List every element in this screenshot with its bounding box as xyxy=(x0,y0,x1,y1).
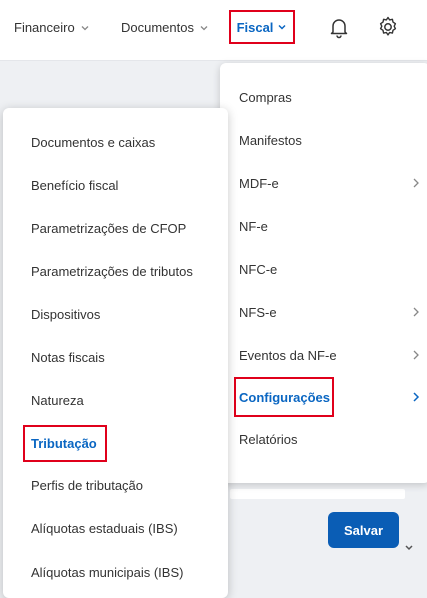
menu-item-manifestos[interactable]: Manifestos xyxy=(239,129,424,151)
submenu-item-perfis-tributacao[interactable]: Perfis de tributação xyxy=(31,478,143,493)
top-navigation-bar: Financeiro Documentos Fiscal xyxy=(0,0,427,61)
menu-item-mdfe[interactable]: MDF-e xyxy=(239,172,424,194)
submenu-item-natureza[interactable]: Natureza xyxy=(31,393,84,408)
submenu-item-notas-fiscais[interactable]: Notas fiscais xyxy=(31,350,105,365)
chevron-down-icon xyxy=(278,24,286,30)
fiscal-dropdown-menu: Compras Manifestos MDF-e NF-e NFC-e NFS-… xyxy=(220,63,427,483)
nav-financeiro[interactable]: Financeiro xyxy=(14,20,90,35)
menu-item-label: NFS-e xyxy=(239,304,277,320)
menu-item-label: Eventos da NF-e xyxy=(239,347,337,363)
nav-fiscal[interactable]: Fiscal xyxy=(229,10,295,44)
menu-item-label: Relatórios xyxy=(239,431,298,447)
configuracoes-submenu: Documentos e caixas Benefício fiscal Par… xyxy=(3,108,228,598)
menu-item-compras[interactable]: Compras xyxy=(239,86,424,108)
save-button[interactable]: Salvar xyxy=(328,512,399,548)
submenu-item-documentos-caixas[interactable]: Documentos e caixas xyxy=(31,135,155,150)
submenu-item-beneficio-fiscal[interactable]: Benefício fiscal xyxy=(31,178,118,193)
menu-item-label: Manifestos xyxy=(239,132,302,148)
submenu-item-aliquotas-estaduais[interactable]: Alíquotas estaduais (IBS) xyxy=(31,521,178,536)
chevron-down-icon xyxy=(200,25,208,30)
nav-fiscal-label: Fiscal xyxy=(236,19,274,35)
highlight-box xyxy=(234,377,334,417)
menu-item-label: NFC-e xyxy=(239,261,278,277)
bell-icon[interactable] xyxy=(326,14,352,40)
submenu-item-dispositivos[interactable]: Dispositivos xyxy=(31,307,100,322)
submenu-item-aliquotas-municipais[interactable]: Alíquotas municipais (IBS) xyxy=(31,565,183,580)
menu-item-relatorios[interactable]: Relatórios xyxy=(239,428,424,450)
menu-item-label: Compras xyxy=(239,89,292,105)
menu-item-eventos-nfe[interactable]: Eventos da NF-e xyxy=(239,344,424,366)
menu-item-nfe[interactable]: NF-e xyxy=(239,215,424,237)
chevron-right-icon xyxy=(413,307,419,317)
chevron-right-icon xyxy=(413,392,420,402)
highlight-box xyxy=(23,425,107,462)
chevron-right-icon xyxy=(413,350,419,360)
chevron-down-icon xyxy=(81,25,89,30)
chevron-down-icon[interactable] xyxy=(403,543,415,553)
nav-documentos[interactable]: Documentos xyxy=(121,20,209,35)
menu-item-nfce[interactable]: NFC-e xyxy=(239,258,424,280)
submenu-item-parametrizacoes-tributos[interactable]: Parametrizações de tributos xyxy=(31,264,193,279)
nav-financeiro-label: Financeiro xyxy=(14,20,75,35)
menu-item-nfse[interactable]: NFS-e xyxy=(239,301,424,323)
nav-documentos-label: Documentos xyxy=(121,20,194,35)
submenu-item-parametrizacoes-cfop[interactable]: Parametrizações de CFOP xyxy=(31,221,186,236)
menu-item-label: MDF-e xyxy=(239,175,279,191)
menu-item-label: NF-e xyxy=(239,218,268,234)
chevron-right-icon xyxy=(413,178,419,188)
background-panel xyxy=(230,489,405,499)
gear-icon[interactable] xyxy=(375,14,401,40)
